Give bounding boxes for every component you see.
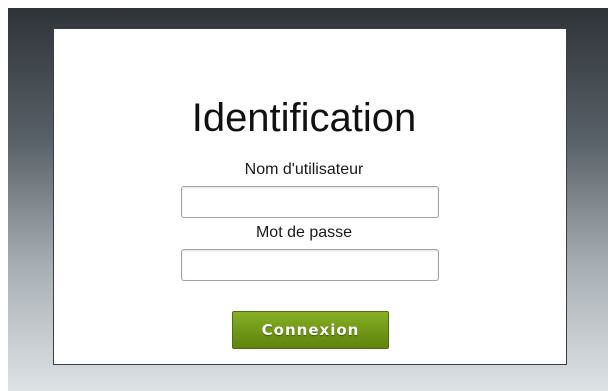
username-label: Nom d'utilisateur: [244, 161, 364, 178]
login-button[interactable]: Connexion: [232, 311, 389, 349]
page-title: Identification: [191, 96, 417, 140]
password-label: Mot de passe: [255, 224, 353, 241]
password-input[interactable]: [181, 249, 439, 281]
username-input[interactable]: [181, 186, 439, 218]
